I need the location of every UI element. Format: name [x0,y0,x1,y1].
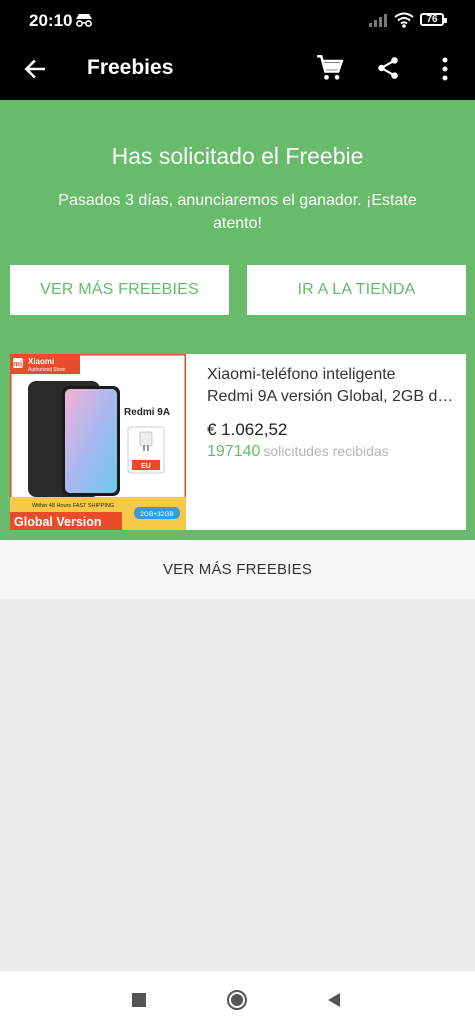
share-icon[interactable] [375,55,401,81]
image-store: Authorized Store [28,367,65,373]
page-title: Freebies [87,56,174,79]
product-name[interactable]: Xiaomi-teléfono inteligente Redmi 9A ver… [207,364,457,408]
confirmation-panel: Has solicitado el Freebie Pasados 3 días… [0,100,475,540]
image-shipping: Within 48 Hours FAST SHIPPING [32,503,114,509]
product-name-line2: Redmi 9A versión Global, 2GB de RAM [207,388,457,405]
incognito-icon [76,14,92,27]
svg-text:mi: mi [13,360,22,369]
status-time: 20:10 [29,11,73,30]
battery-level: 76 [426,14,438,25]
image-memory: 2GB+32GB [140,511,173,518]
product-requests: 197140 solicitudes recibidas [207,443,389,461]
app-bar: Freebies [0,40,475,100]
signal-icon [369,14,387,27]
back-arrow-icon[interactable] [22,56,48,82]
status-bar: 20:10 76 [0,0,475,40]
confirmation-subtitle: Pasados 3 días, anunciaremos el ganador.… [58,192,417,232]
product-price: € 1.062,52 [207,420,288,439]
product-card[interactable]: mi Xiaomi Authorized Store Redmi 9A EU W… [10,354,466,530]
image-model: Redmi 9A [124,407,170,418]
recents-icon[interactable] [132,993,146,1007]
home-icon[interactable] [227,990,247,1010]
system-nav-bar [0,971,475,1029]
image-version: Global Version [14,515,102,529]
cart-icon[interactable] [316,54,344,82]
battery-icon: 76 [420,13,447,26]
more-vert-icon[interactable] [434,55,456,83]
requests-count: 197140 [207,443,261,460]
product-image[interactable]: mi Xiaomi Authorized Store Redmi 9A EU W… [10,354,186,530]
image-brand: Xiaomi [28,357,54,366]
see-more-freebies-link[interactable]: VER MÁS FREEBIES [0,540,475,599]
go-to-store-button[interactable]: IR A LA TIENDA [247,265,466,315]
nav-back-icon[interactable] [326,992,342,1008]
wifi-icon [394,12,414,28]
product-name-line1: Xiaomi-teléfono inteligente [207,366,396,383]
see-more-freebies-button[interactable]: VER MÁS FREEBIES [10,265,229,315]
requests-label: solicitudes recibidas [263,443,389,459]
product-image-art: mi Xiaomi Authorized Store Redmi 9A EU W… [10,354,186,530]
confirmation-title: Has solicitado el Freebie [111,143,364,169]
image-charger-region: EU [141,463,151,470]
